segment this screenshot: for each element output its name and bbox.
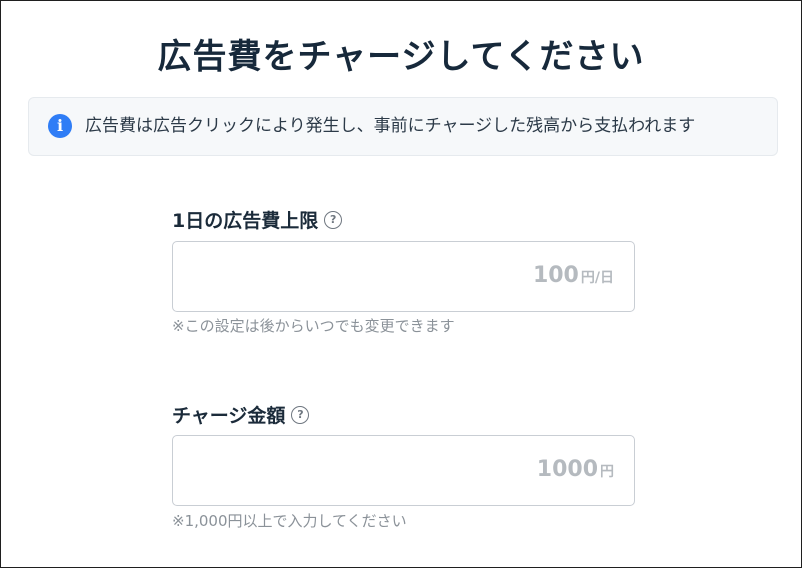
daily-limit-placeholder-value: 100 (532, 263, 579, 288)
info-notice: i 広告費は広告クリックにより発生し、事前にチャージした残高から支払われます (28, 97, 778, 156)
daily-limit-placeholder: 100 円/日 (533, 263, 614, 288)
daily-limit-label: 1日の広告費上限 ? (172, 206, 343, 233)
charge-amount-placeholder-value: 1000 (536, 457, 598, 482)
charge-amount-unit: 円 (600, 464, 614, 480)
info-icon: i (48, 114, 72, 138)
daily-limit-input-box[interactable]: 100 円/日 (172, 241, 635, 312)
charge-amount-hint: ※1,000円以上で入力してください (172, 512, 407, 530)
info-notice-text: 広告費は広告クリックにより発生し、事前にチャージした残高から支払われます (85, 116, 696, 136)
charge-amount-placeholder: 1000 円 (537, 457, 614, 482)
page-title: 広告費をチャージしてください (157, 37, 645, 77)
charge-amount-input-box[interactable]: 1000 円 (172, 435, 635, 506)
daily-limit-label-text: 1日の広告費上限 (172, 210, 319, 232)
help-icon[interactable]: ? (324, 210, 343, 229)
help-icon[interactable]: ? (291, 405, 310, 424)
page-frame: 広告費をチャージしてください i 広告費は広告クリックにより発生し、事前にチャー… (0, 0, 802, 568)
charge-amount-label: チャージ金額 ? (172, 401, 310, 428)
daily-limit-unit: 円/日 (580, 270, 614, 286)
charge-amount-label-text: チャージ金額 (172, 405, 286, 427)
daily-limit-hint: ※この設定は後からいつでも変更できます (172, 317, 455, 335)
